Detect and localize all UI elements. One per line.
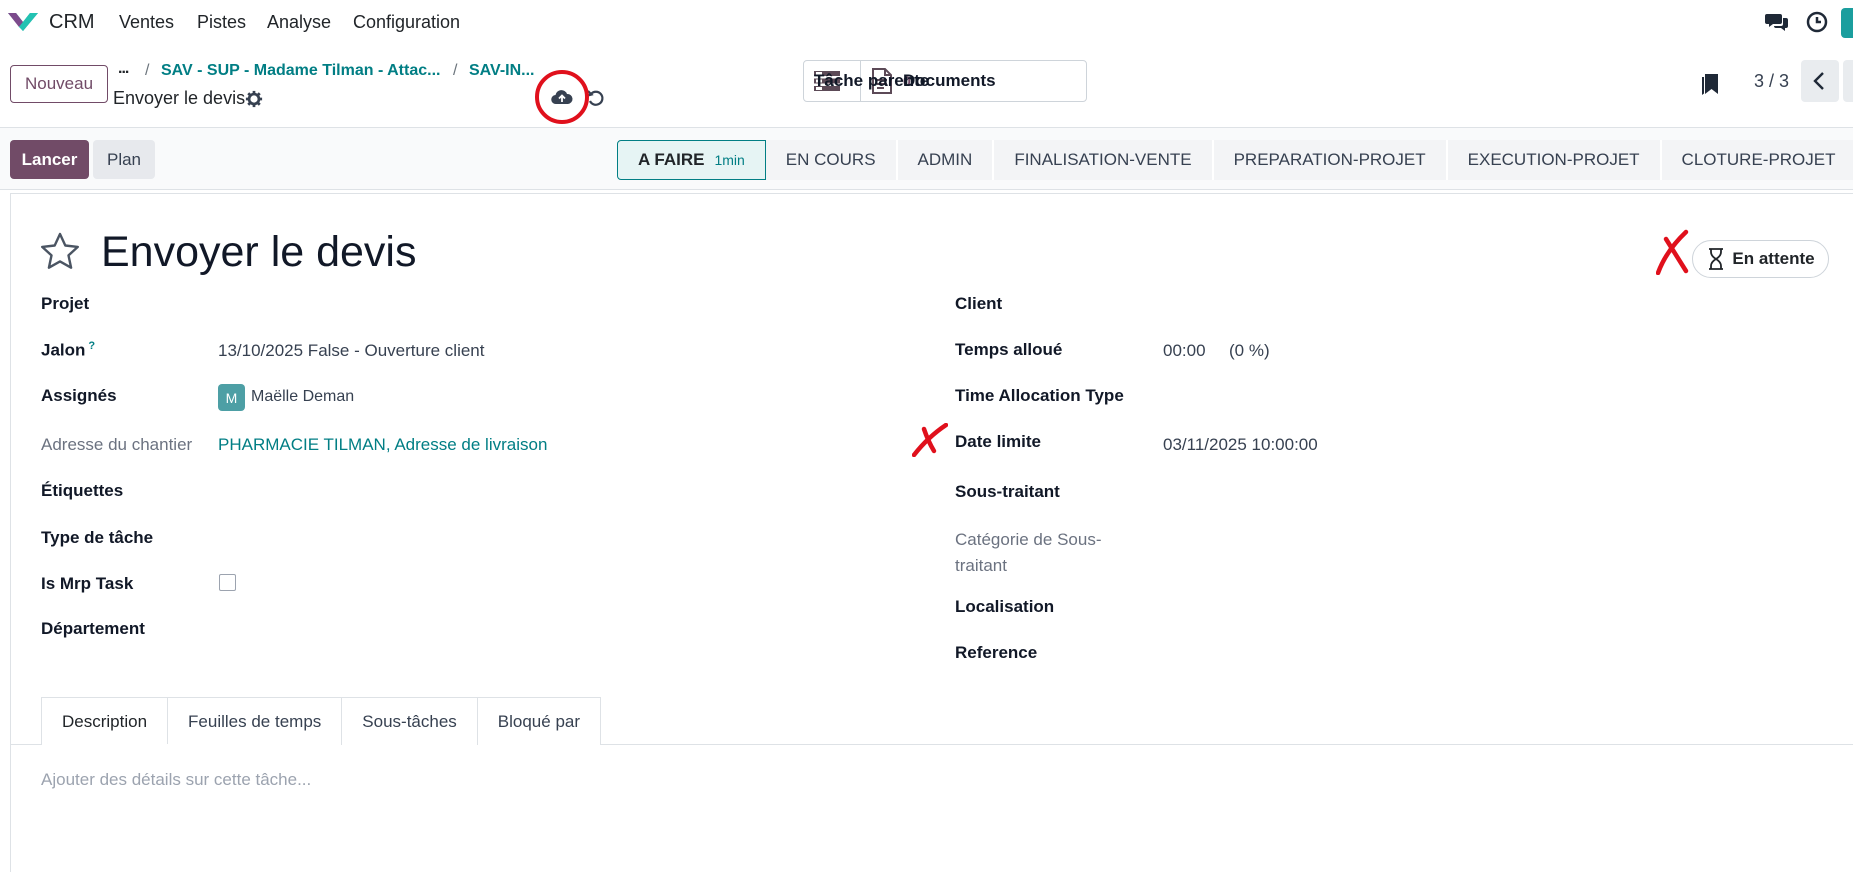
plan-button[interactable]: Plan <box>93 140 155 179</box>
pager-next-button[interactable] <box>1843 60 1853 102</box>
pager-value[interactable]: 3 / 3 <box>1754 71 1789 92</box>
field-label-mrp: Is Mrp Task <box>41 574 134 593</box>
stage-label: A FAIRE <box>638 150 705 169</box>
pager-previous-button[interactable] <box>1801 60 1839 102</box>
notebook-tabs: Description Feuilles de temps Sous-tâche… <box>41 697 602 745</box>
top-navbar: CRM Ventes Pistes Analyse Configuration <box>0 0 1853 44</box>
field-label-localisation: Localisation <box>955 597 1055 616</box>
field-temps-alloue[interactable]: 00:00 <box>1163 341 1206 361</box>
stage-pipeline: A FAIRE 1min EN COURS ADMIN FINALISATION… <box>617 140 1853 180</box>
stage-a-faire[interactable]: A FAIRE 1min <box>617 140 766 180</box>
hourglass-icon <box>1709 248 1724 270</box>
record-name: Envoyer le devis <box>113 88 246 108</box>
chevron-left-icon <box>1813 72 1824 90</box>
task-title[interactable]: Envoyer le devis <box>101 228 417 277</box>
help-tooltip-icon[interactable]: ? <box>88 340 95 352</box>
status-bar: Lancer Plan A FAIRE 1min EN COURS ADMIN … <box>0 128 1853 190</box>
active-tab-indicator <box>42 744 170 746</box>
description-editor[interactable]: Ajouter des détails sur cette tâche... <box>41 770 311 790</box>
tab-feuilles-de-temps[interactable]: Feuilles de temps <box>167 697 343 745</box>
clock-icon[interactable] <box>1805 10 1829 34</box>
stage-cloture-projet[interactable]: CLOTURE-PROJET <box>1661 140 1853 180</box>
field-assignes[interactable]: Maëlle Deman <box>251 388 354 406</box>
bookmark-icon[interactable] <box>1700 72 1720 96</box>
field-label-sous-traitant: Sous-traitant <box>955 482 1060 501</box>
field-label-allocation: Time Allocation Type <box>955 386 1124 405</box>
field-label-jalon: Jalon? <box>41 340 96 360</box>
field-temps-percent: (0 %) <box>1229 341 1270 360</box>
field-label-date-limite: Date limite <box>955 432 1041 451</box>
annotation-circle <box>535 70 589 124</box>
field-label-projet: Projet <box>41 294 90 313</box>
star-icon[interactable] <box>40 232 80 270</box>
app-name[interactable]: CRM <box>49 11 95 34</box>
tab-description[interactable]: Description <box>41 697 169 745</box>
user-avatar[interactable] <box>1841 8 1853 38</box>
tab-sous-taches[interactable]: Sous-tâches <box>341 697 478 745</box>
avatar[interactable]: M <box>218 384 245 411</box>
stage-execution-projet[interactable]: EXECUTION-PROJET <box>1447 140 1662 180</box>
gear-icon[interactable] <box>245 90 263 108</box>
smart-buttons: Tâche parente Documents 0 <box>803 60 1087 102</box>
tab-bloque-par[interactable]: Bloqué par <box>476 697 602 745</box>
field-label-reference: Reference <box>955 643 1038 662</box>
field-label-assignes: Assignés <box>41 386 117 405</box>
new-button[interactable]: Nouveau <box>10 65 108 103</box>
breadcrumb-separator: / <box>453 62 458 79</box>
app-logo-icon[interactable] <box>6 10 40 32</box>
state-waiting-label: En attente <box>1732 249 1815 268</box>
stage-admin[interactable]: ADMIN <box>897 140 995 180</box>
field-label-adresse: Adresse du chantier <box>41 435 193 454</box>
field-label-etiquettes: Étiquettes <box>41 481 124 500</box>
annotation-x-mark <box>912 423 948 457</box>
field-label-temps: Temps alloué <box>955 340 1063 359</box>
mrp-task-checkbox[interactable] <box>219 574 236 591</box>
field-label-categorie: Catégorie de Sous-traitant <box>955 530 1102 575</box>
breadcrumb-parent[interactable]: SAV - SUP - Madame Tilman - Attac... <box>161 62 440 80</box>
field-jalon[interactable]: 13/10/2025 False - Ouverture client <box>218 341 484 361</box>
breadcrumb-more[interactable]: ... <box>118 60 129 78</box>
field-adresse-chantier[interactable]: PHARMACIE TILMAN, Adresse de livraison <box>218 435 547 455</box>
menu-pistes[interactable]: Pistes <box>197 12 246 33</box>
field-date-limite[interactable]: 03/11/2025 10:00:00 <box>1163 435 1318 455</box>
parent-task-button[interactable]: Tâche parente <box>804 61 929 101</box>
breadcrumb-current-parent[interactable]: SAV-IN... <box>469 62 535 80</box>
menu-configuration[interactable]: Configuration <box>353 12 460 33</box>
discard-icon[interactable] <box>586 88 606 108</box>
launch-button[interactable]: Lancer <box>10 140 89 179</box>
breadcrumb-separator: / <box>145 62 150 79</box>
field-label-type-tache: Type de tâche <box>41 528 154 547</box>
menu-ventes[interactable]: Ventes <box>119 12 174 33</box>
field-label-departement: Département <box>41 619 145 638</box>
state-waiting-button[interactable]: En attente <box>1692 240 1829 278</box>
stage-duration: 1min <box>714 152 745 168</box>
menu-analyse[interactable]: Analyse <box>267 12 331 33</box>
stage-en-cours[interactable]: EN COURS <box>765 140 898 180</box>
field-label-client: Client <box>955 294 1003 313</box>
chat-icon[interactable] <box>1765 10 1789 34</box>
documents-label: Documents <box>903 71 996 90</box>
annotation-x-mark <box>1656 229 1689 275</box>
stage-finalisation-vente[interactable]: FINALISATION-VENTE <box>994 140 1214 180</box>
stage-preparation-projet[interactable]: PREPARATION-PROJET <box>1213 140 1448 180</box>
